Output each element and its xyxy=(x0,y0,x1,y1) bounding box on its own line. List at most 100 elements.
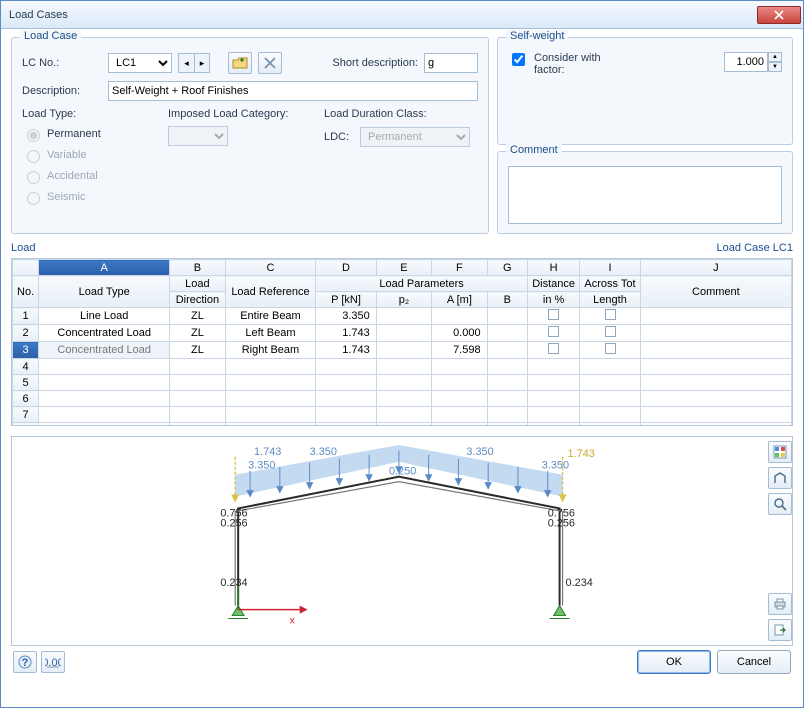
checkbox-inpct[interactable] xyxy=(548,309,559,320)
desc-label: Description: xyxy=(22,85,102,97)
load-table[interactable]: ABCDEFGHIJNo.Load TypeLoadLoad Reference… xyxy=(11,258,793,426)
svg-text:0.256: 0.256 xyxy=(548,517,575,529)
view-settings-button[interactable] xyxy=(768,441,792,463)
checkbox-length[interactable] xyxy=(605,326,616,337)
hdr-inpct[interactable]: in % xyxy=(527,292,579,308)
svg-text:3.350: 3.350 xyxy=(248,460,275,472)
preview-panel: 1.743 3.350 0.250 3.350 3.350 3.350 1.74… xyxy=(11,436,793,646)
titlebar: Load Cases xyxy=(1,1,803,29)
imposed-heading: Imposed Load Category: xyxy=(168,108,288,120)
hdr-loaddir-top[interactable]: Load xyxy=(170,276,225,292)
hdr-p[interactable]: P [kN] xyxy=(316,292,376,308)
checkbox-inpct[interactable] xyxy=(548,343,559,354)
hdr-loadparams: Load Parameters xyxy=(316,276,528,292)
col-letter-E[interactable]: E xyxy=(376,260,431,276)
structure-diagram: 1.743 3.350 0.250 3.350 3.350 3.350 1.74… xyxy=(12,437,766,645)
hdr-comment[interactable]: Comment xyxy=(640,276,791,308)
svg-text:x: x xyxy=(290,616,295,627)
table-row[interactable]: 7 xyxy=(13,407,792,423)
table-row[interactable]: 6 xyxy=(13,391,792,407)
cancel-button[interactable]: Cancel xyxy=(717,650,791,674)
factor-input[interactable] xyxy=(724,52,768,72)
imposed-combo[interactable] xyxy=(168,126,228,146)
table-row[interactable]: 1Line LoadZLEntire Beam3.350 xyxy=(13,308,792,325)
hdr-loadref[interactable]: Load Reference xyxy=(225,276,316,308)
groupbox-loadcase: Load Case LC No.: LC1 ◂ ▸ xyxy=(11,37,489,234)
col-letter-F[interactable]: F xyxy=(432,260,487,276)
col-letter-I[interactable]: I xyxy=(580,260,640,276)
checkbox-length[interactable] xyxy=(605,309,616,320)
svg-text:3.350: 3.350 xyxy=(466,446,493,458)
table-row[interactable]: 8 xyxy=(13,423,792,427)
checkbox-inpct[interactable] xyxy=(548,326,559,337)
radio-accidental[interactable]: Accidental xyxy=(22,168,162,184)
lcno-label: LC No.: xyxy=(22,57,102,69)
groupbox-comment-title: Comment xyxy=(506,144,562,156)
lc-prev-button[interactable]: ◂ xyxy=(178,53,194,73)
zoom-button[interactable] xyxy=(768,493,792,515)
col-letter-H[interactable]: H xyxy=(527,260,579,276)
wireframe-button[interactable] xyxy=(768,467,792,489)
load-heading: Load xyxy=(11,242,35,254)
table-row[interactable]: 4 xyxy=(13,359,792,375)
col-letter-B[interactable]: B xyxy=(170,260,225,276)
export-button[interactable] xyxy=(768,619,792,641)
col-letter-J[interactable]: J xyxy=(640,260,791,276)
factor-up[interactable]: ▲ xyxy=(768,52,782,62)
svg-text:1.743: 1.743 xyxy=(568,448,595,460)
ldc-label: LDC: xyxy=(324,131,354,143)
radio-variable[interactable]: Variable xyxy=(22,147,162,163)
hdr-a[interactable]: A [m] xyxy=(432,292,487,308)
groupbox-comment: Comment xyxy=(497,151,793,234)
shortdesc-input[interactable] xyxy=(424,53,478,73)
factor-down[interactable]: ▼ xyxy=(768,62,782,72)
delete-icon xyxy=(263,56,277,70)
palette-icon xyxy=(773,445,787,459)
window-title: Load Cases xyxy=(9,9,757,21)
svg-text:3.350: 3.350 xyxy=(310,446,337,458)
hdr-b[interactable]: B xyxy=(487,292,527,308)
col-letter-D[interactable]: D xyxy=(316,260,376,276)
table-row[interactable]: 3Concentrated LoadZLRight Beam1.7437.598 xyxy=(13,342,792,359)
lc-next-button[interactable]: ▸ xyxy=(194,53,210,73)
new-lc-button[interactable] xyxy=(228,52,252,74)
checkbox-length[interactable] xyxy=(605,343,616,354)
lcno-combo[interactable]: LC1 xyxy=(108,53,172,73)
hdr-p2[interactable]: p₂ xyxy=(376,292,431,308)
ldc-heading: Load Duration Class: xyxy=(324,108,427,120)
col-letter-A[interactable]: A xyxy=(39,260,170,276)
ok-button[interactable]: OK xyxy=(637,650,711,674)
comment-textarea[interactable] xyxy=(508,166,782,224)
table-row[interactable]: 2Concentrated LoadZLLeft Beam1.7430.000 xyxy=(13,325,792,342)
hdr-distance: Distance xyxy=(527,276,579,292)
hdr-loadtype[interactable]: Load Type xyxy=(39,276,170,308)
groupbox-loadcase-title: Load Case xyxy=(20,30,81,42)
radio-permanent[interactable]: Permanent xyxy=(22,126,162,142)
loadtype-heading: Load Type: xyxy=(22,108,76,120)
help-button[interactable]: ? xyxy=(13,651,37,673)
radio-seismic[interactable]: Seismic xyxy=(22,189,162,205)
svg-text:0.256: 0.256 xyxy=(220,517,247,529)
factor-spinner[interactable]: ▲▼ xyxy=(724,52,782,72)
groupbox-selfweight-title: Self-weight xyxy=(506,30,568,42)
hdr-no: No. xyxy=(13,276,39,308)
table-row[interactable]: 5 xyxy=(13,375,792,391)
help-icon: ? xyxy=(18,655,32,669)
desc-input[interactable] xyxy=(108,81,478,101)
new-folder-icon xyxy=(232,56,248,70)
col-letter-G[interactable]: G xyxy=(487,260,527,276)
svg-text:0.234: 0.234 xyxy=(220,577,247,589)
groupbox-selfweight: Self-weight Consider with factor: ▲▼ xyxy=(497,37,793,145)
frame-icon xyxy=(773,471,787,485)
ldc-combo[interactable]: Permanent xyxy=(360,127,470,147)
consider-checkbox[interactable] xyxy=(512,53,525,66)
delete-lc-button[interactable] xyxy=(258,52,282,74)
preview-canvas[interactable]: 1.743 3.350 0.250 3.350 3.350 3.350 1.74… xyxy=(12,437,766,645)
hdr-loaddir[interactable]: Direction xyxy=(170,292,225,308)
close-button[interactable] xyxy=(757,6,801,24)
col-letter-C[interactable]: C xyxy=(225,260,316,276)
hdr-length[interactable]: Length xyxy=(580,292,640,308)
units-button[interactable]: 0.00 xyxy=(41,651,65,673)
print-button[interactable] xyxy=(768,593,792,615)
svg-text:0.250: 0.250 xyxy=(389,466,416,478)
